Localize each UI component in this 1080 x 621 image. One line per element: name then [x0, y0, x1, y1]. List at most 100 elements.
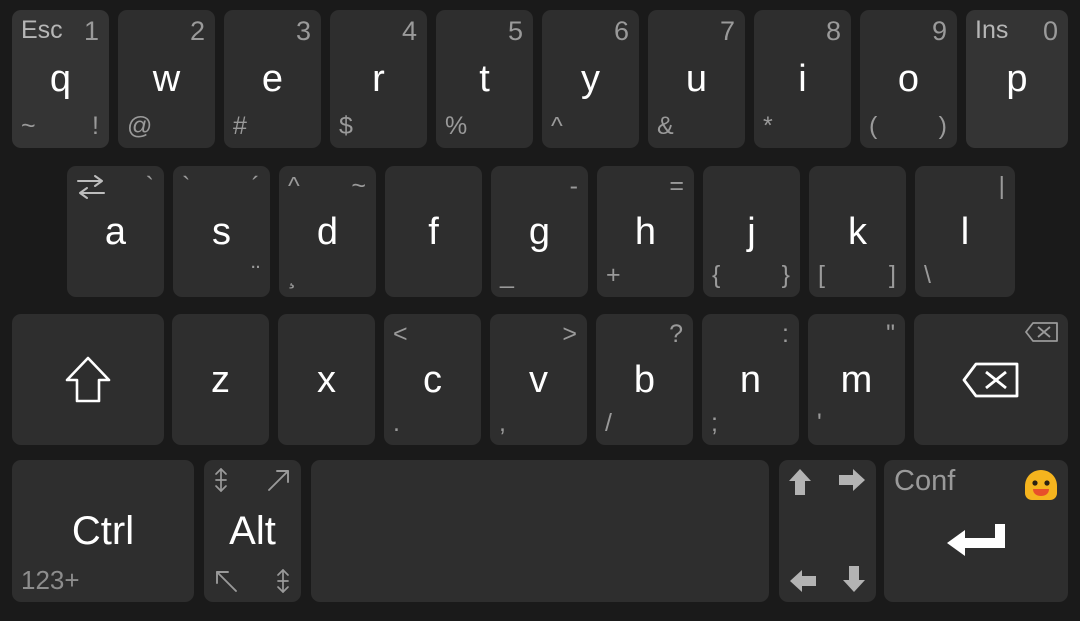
key-s-label: s — [212, 210, 231, 253]
key-k-label: k — [848, 210, 867, 253]
key-space[interactable] — [311, 460, 769, 602]
key-d-tilde-label: ~ — [351, 172, 366, 200]
key-q-number-label: 1 — [83, 16, 99, 46]
key-d-circumflex-label: ^ — [288, 172, 300, 200]
key-v[interactable]: > v , — [490, 314, 587, 445]
arrow-left-icon[interactable] — [788, 568, 818, 594]
key-enter[interactable]: Conf — [884, 460, 1068, 602]
key-w-at-label: @ — [127, 112, 153, 140]
key-e-label: e — [261, 58, 284, 100]
key-h[interactable]: = h + — [597, 166, 694, 297]
key-o-label: o — [897, 58, 920, 100]
key-q-label: q — [49, 58, 72, 100]
key-j-brace-open-label: { — [712, 261, 721, 289]
key-q[interactable]: Esc 1 q ~ ! — [12, 10, 109, 148]
key-o-paren-open-label: ( — [869, 112, 878, 140]
key-o[interactable]: 9 o ( ) — [860, 10, 957, 148]
key-s-diaeresis-label: ¨ — [251, 261, 260, 289]
key-o-number-label: 9 — [931, 16, 947, 46]
key-u-number-label: 7 — [719, 16, 735, 46]
key-r[interactable]: 4 r $ — [330, 10, 427, 148]
key-b-question-label: ? — [669, 320, 683, 348]
key-backspace[interactable] — [914, 314, 1068, 445]
key-n-label: n — [739, 358, 762, 401]
key-m[interactable]: " m ' — [808, 314, 905, 445]
arrow-right-icon[interactable] — [837, 467, 867, 493]
key-n-semicolon-label: ; — [711, 409, 718, 437]
key-b-label: b — [633, 358, 656, 401]
emoji-icon[interactable] — [1023, 469, 1059, 501]
key-u-label: u — [685, 58, 708, 100]
key-ctrl-label: Ctrl — [71, 509, 135, 553]
page-down-icon — [274, 568, 292, 594]
key-q-esc-label: Esc — [21, 16, 63, 44]
key-k[interactable]: k [ ] — [809, 166, 906, 297]
key-c-period-label: . — [393, 409, 400, 437]
key-alt[interactable]: Alt — [204, 460, 301, 602]
key-h-plus-label: + — [606, 261, 621, 289]
key-shift[interactable] — [12, 314, 164, 445]
key-r-number-label: 4 — [401, 16, 417, 46]
key-b-slash-label: / — [605, 409, 612, 437]
key-s-grave-label: ` — [182, 172, 191, 200]
key-y-label: y — [581, 58, 600, 100]
key-e[interactable]: 3 e # — [224, 10, 321, 148]
key-j[interactable]: j { } — [703, 166, 800, 297]
key-p[interactable]: Ins 0 p — [966, 10, 1068, 148]
key-a-grave-label: ` — [145, 172, 154, 200]
arrow-down-icon[interactable] — [841, 564, 867, 594]
key-p-number-label: 0 — [1042, 16, 1058, 46]
key-f[interactable]: f — [385, 166, 482, 297]
key-l-label: l — [960, 210, 970, 253]
key-u[interactable]: 7 u & — [648, 10, 745, 148]
key-p-ins-label: Ins — [975, 16, 1009, 44]
key-y[interactable]: 6 y ^ — [542, 10, 639, 148]
key-x[interactable]: x — [278, 314, 375, 445]
arrow-up-right-icon — [266, 467, 292, 493]
key-e-hash-label: # — [233, 112, 247, 140]
key-g-underscore-label: _ — [500, 261, 514, 289]
key-e-number-label: 3 — [295, 16, 311, 46]
key-d[interactable]: ^ ~ d ¸ — [279, 166, 376, 297]
key-s[interactable]: ` ´ s ¨ — [173, 166, 270, 297]
key-z[interactable]: z — [172, 314, 269, 445]
key-w[interactable]: 2 w @ — [118, 10, 215, 148]
page-up-icon — [212, 467, 230, 493]
key-v-greater-than-label: > — [562, 320, 577, 348]
arrow-up-icon[interactable] — [787, 467, 813, 497]
key-w-number-label: 2 — [189, 16, 205, 46]
key-a[interactable]: ` a — [67, 166, 164, 297]
key-g-label: g — [528, 210, 551, 253]
key-l-backslash-label: \ — [924, 261, 931, 289]
key-q-tilde-label: ~ — [21, 112, 36, 140]
key-g[interactable]: - g _ — [491, 166, 588, 297]
key-i-label: i — [798, 58, 807, 100]
key-i[interactable]: 8 i * — [754, 10, 851, 148]
arrow-up-left-icon — [213, 568, 239, 594]
key-c-label: c — [423, 358, 442, 401]
key-c[interactable]: < c . — [384, 314, 481, 445]
key-d-cedilla-label: ¸ — [288, 261, 297, 289]
key-d-label: d — [316, 210, 339, 253]
key-n[interactable]: : n ; — [702, 314, 799, 445]
key-q-bang-label: ! — [92, 112, 99, 140]
backspace-icon — [962, 361, 1020, 399]
key-arrow-cluster[interactable] — [779, 460, 876, 602]
key-j-label: j — [747, 210, 756, 253]
key-v-label: v — [529, 358, 548, 401]
key-i-number-label: 8 — [825, 16, 841, 46]
key-b[interactable]: ? b / — [596, 314, 693, 445]
key-r-label: r — [372, 58, 385, 100]
key-l-pipe-label: | — [998, 172, 1006, 200]
key-h-equals-label: = — [669, 172, 684, 200]
key-ctrl-numeric-layer-label: 123+ — [21, 565, 80, 595]
key-l[interactable]: | l \ — [915, 166, 1015, 297]
key-ctrl[interactable]: Ctrl 123+ — [12, 460, 194, 602]
enter-icon — [945, 522, 1007, 564]
key-t-percent-label: % — [445, 112, 468, 140]
key-t[interactable]: 5 t % — [436, 10, 533, 148]
key-x-label: x — [317, 358, 336, 401]
key-h-label: h — [634, 210, 657, 253]
key-v-comma-label: , — [499, 409, 506, 437]
key-enter-conf-label: Conf — [894, 465, 956, 497]
